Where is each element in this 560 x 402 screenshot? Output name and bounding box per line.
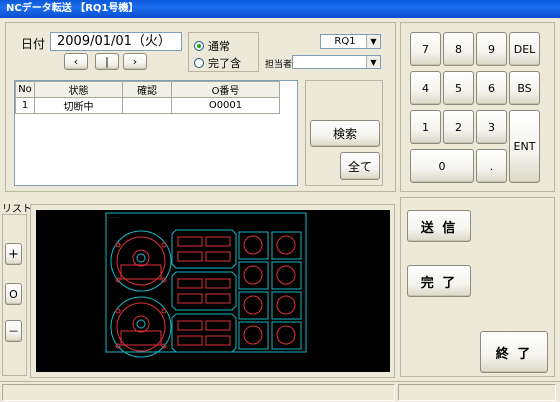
key-0[interactable]: 0 xyxy=(410,149,474,183)
circle-icon: O xyxy=(9,287,18,301)
status-segment xyxy=(398,384,556,401)
key-del[interactable]: DEL xyxy=(509,32,540,66)
filter-complete-label: 完了含 xyxy=(208,57,241,70)
minus-icon: － xyxy=(8,325,19,338)
date-prev-button[interactable]: ‹ xyxy=(64,53,88,70)
status-segment xyxy=(2,384,395,401)
person-label: 担当者 xyxy=(265,60,293,70)
zoom-in-button[interactable]: + xyxy=(5,243,22,265)
key-label: 5 xyxy=(455,81,462,95)
key-6[interactable]: 6 xyxy=(476,71,507,105)
key-8[interactable]: 8 xyxy=(443,32,474,66)
window-title: NCデータ転送 【RQ1号機】 xyxy=(0,0,560,18)
chevron-down-icon: ▼ xyxy=(366,56,380,68)
search-button-label: 検索 xyxy=(332,127,357,141)
key-1[interactable]: 1 xyxy=(410,110,441,144)
filter-complete-radio[interactable]: 完了含 xyxy=(194,55,241,71)
key-ent[interactable]: ENT xyxy=(509,110,540,183)
exit-button[interactable]: 終 了 xyxy=(480,331,548,373)
complete-button-label: 完 了 xyxy=(420,275,458,291)
exit-button-label: 終 了 xyxy=(495,346,533,362)
column-header[interactable]: O番号 xyxy=(171,81,280,98)
key-label: 6 xyxy=(488,81,495,95)
filter-normal-radio[interactable]: 通常 xyxy=(194,38,230,54)
date-label: 日付 xyxy=(21,37,46,51)
column-header[interactable]: 状態 xyxy=(34,81,123,98)
date-value: 2009/01/01（火） xyxy=(57,34,171,49)
chevron-down-icon: ▼ xyxy=(366,35,380,48)
column-header[interactable]: 確認 xyxy=(122,81,172,98)
chevron-right-icon: › xyxy=(132,55,138,68)
key-label: 3 xyxy=(488,120,495,134)
key-bs[interactable]: BS xyxy=(509,71,540,105)
zoom-fit-button[interactable]: O xyxy=(5,283,22,305)
key-label: . xyxy=(489,159,494,173)
key-9[interactable]: 9 xyxy=(476,32,507,66)
key-2[interactable]: 2 xyxy=(443,110,474,144)
row-status[interactable]: 切断中 xyxy=(34,97,123,114)
sheet-note-icon: ......... xyxy=(108,214,119,219)
bar-icon: | xyxy=(105,55,109,68)
list-label: リスト xyxy=(2,204,32,215)
radio-unselected-icon xyxy=(194,58,204,68)
show-all-button-label: 全て xyxy=(347,159,372,174)
key-label: 0 xyxy=(438,159,446,173)
preview-background xyxy=(36,210,390,372)
key-label: BS xyxy=(517,81,532,95)
send-button-label: 送 信 xyxy=(420,220,458,236)
row-confirm[interactable] xyxy=(122,97,172,114)
key-label: DEL xyxy=(513,42,536,56)
key-label: 2 xyxy=(455,120,462,134)
key-7[interactable]: 7 xyxy=(410,32,441,66)
row-o-number[interactable]: O0001 xyxy=(171,97,280,114)
key-label: 4 xyxy=(422,81,429,95)
key-label: ENT xyxy=(513,140,536,153)
key-dot[interactable]: . xyxy=(476,149,507,183)
key-3[interactable]: 3 xyxy=(476,110,507,144)
nc-drawing-preview[interactable]: ......... xyxy=(36,210,390,372)
show-all-button[interactable]: 全て xyxy=(340,152,380,180)
key-5[interactable]: 5 xyxy=(443,71,474,105)
job-table: No 状態 確認 O番号 1 切断中 O0001 xyxy=(15,81,280,114)
key-label: 9 xyxy=(488,42,495,56)
date-next-button[interactable]: › xyxy=(123,53,147,70)
search-button[interactable]: 検索 xyxy=(310,120,380,147)
key-label: 7 xyxy=(422,42,429,56)
column-header[interactable]: No xyxy=(15,81,35,98)
status-bar xyxy=(0,381,560,402)
date-today-button[interactable]: | xyxy=(95,53,119,70)
key-4[interactable]: 4 xyxy=(410,71,441,105)
send-button[interactable]: 送 信 xyxy=(407,210,471,242)
key-label: 8 xyxy=(455,42,462,56)
date-display: 2009/01/01（火） xyxy=(50,32,182,51)
machine-select[interactable]: RQ1 ▼ xyxy=(320,34,381,49)
zoom-out-button[interactable]: － xyxy=(5,320,22,342)
radio-selected-icon xyxy=(194,41,204,51)
row-no[interactable]: 1 xyxy=(15,97,35,114)
filter-normal-label: 通常 xyxy=(208,40,230,53)
key-label: 1 xyxy=(422,120,429,134)
plus-icon: + xyxy=(8,246,19,262)
complete-button[interactable]: 完 了 xyxy=(407,265,471,297)
chevron-left-icon: ‹ xyxy=(73,55,79,68)
table-row[interactable]: 1 切断中 O0001 xyxy=(15,97,280,114)
machine-select-value: RQ1 xyxy=(334,36,356,47)
person-select[interactable]: ▼ xyxy=(292,55,381,69)
